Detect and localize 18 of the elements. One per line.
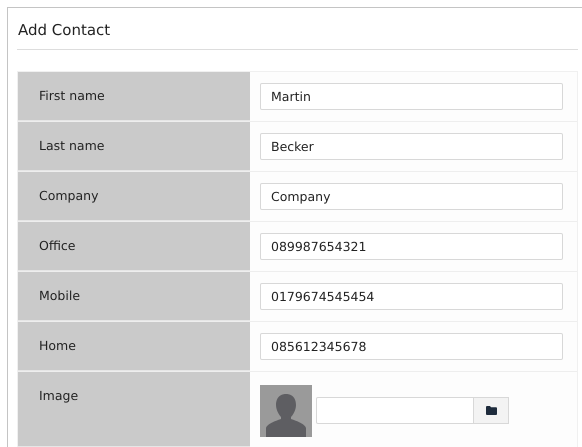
- text-field[interactable]: 085612345678: [260, 333, 563, 360]
- field-label: Office: [18, 222, 250, 271]
- browse-button[interactable]: [474, 397, 509, 424]
- field-label: Image: [18, 372, 250, 447]
- folder-icon: [486, 406, 496, 415]
- field-label: Home: [18, 322, 250, 371]
- field-label: Mobile: [18, 272, 250, 321]
- text-field[interactable]: Company: [260, 183, 563, 210]
- avatar-placeholder: [260, 384, 312, 436]
- text-field[interactable]: Martin: [260, 83, 563, 110]
- file-path-field[interactable]: [316, 397, 474, 424]
- field-label: First name: [18, 72, 250, 121]
- text-field[interactable]: 0179674545454: [260, 283, 563, 310]
- field-label: Company: [18, 172, 250, 221]
- text-field[interactable]: 089987654321: [260, 233, 563, 260]
- panel-title: Add Contact: [17, 8, 578, 50]
- field-label: Last name: [18, 122, 250, 171]
- text-field[interactable]: Becker: [260, 133, 563, 160]
